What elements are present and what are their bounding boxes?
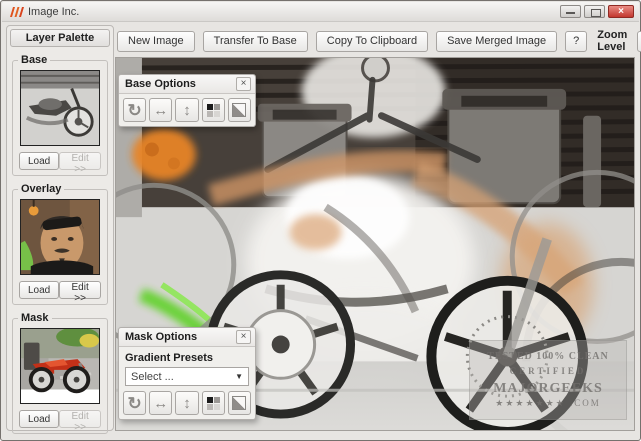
watermark-line: CERTIFIED <box>509 365 587 376</box>
rotate-icon: ↻ <box>127 393 142 413</box>
transfer-to-base-button[interactable]: Transfer To Base <box>202 30 308 52</box>
flip-vertical-icon: ↕ <box>183 394 191 412</box>
mask-options-titlebar[interactable]: Mask Options × <box>119 328 255 347</box>
base-edit-button[interactable]: Edit >> <box>59 152 101 175</box>
gradient-presets-value: Select ... <box>131 370 174 383</box>
watermark-line: ★★★★★★★ .COM <box>495 397 601 408</box>
save-merged-image-button[interactable]: Save Merged Image <box>436 30 558 52</box>
base-options-title: Base Options <box>125 78 196 90</box>
base-thumbnail[interactable] <box>20 70 100 146</box>
overlay-load-button[interactable]: Load <box>19 281 60 299</box>
diagonal-fill-icon <box>232 396 247 410</box>
mask-load-button[interactable]: Load <box>19 410 60 428</box>
mask-flip-vertical-button[interactable]: ↕ <box>175 391 199 415</box>
base-rotate-button[interactable]: ↻ <box>123 98 147 122</box>
window-controls: × <box>560 5 634 18</box>
base-flip-horizontal-button[interactable]: ↔ <box>149 98 173 122</box>
overlay-edit-button[interactable]: Edit >> <box>59 281 101 304</box>
mask-options-title: Mask Options <box>125 331 198 343</box>
copy-to-clipboard-button[interactable]: Copy To Clipboard <box>315 30 429 52</box>
mask-options-close-icon[interactable]: × <box>236 330 251 344</box>
overlay-thumbnail[interactable] <box>20 199 100 275</box>
base-options-panel: Base Options × ↻ ↔ ↕ <box>118 74 256 127</box>
base-color-grid-button[interactable] <box>201 98 225 122</box>
flip-vertical-icon: ↕ <box>183 101 191 119</box>
maximize-button[interactable] <box>584 5 605 18</box>
new-image-button[interactable]: New Image <box>117 30 195 52</box>
base-flip-vertical-button[interactable]: ↕ <box>175 98 199 122</box>
diagonal-fill-icon <box>232 103 247 117</box>
flip-horizontal-icon: ↔ <box>153 101 169 119</box>
gradient-presets-select[interactable]: Select ... ▼ <box>125 367 249 386</box>
mask-flip-horizontal-button[interactable]: ↔ <box>149 391 173 415</box>
watermark-line: TESTED 100% CLEAN <box>487 351 609 363</box>
mask-group-label: Mask <box>18 312 52 324</box>
flip-horizontal-icon: ↔ <box>153 394 169 412</box>
minimize-button[interactable] <box>560 5 581 18</box>
base-options-titlebar[interactable]: Base Options × <box>119 75 255 94</box>
base-layer-group: Base Load Edit >> <box>12 54 108 176</box>
window-title: Image Inc. <box>28 6 80 18</box>
mask-diagonal-fill-button[interactable] <box>227 391 252 415</box>
layer-palette: Layer Palette Base Load Edit >> Overlay … <box>6 25 114 434</box>
close-button[interactable]: × <box>608 5 634 18</box>
app-logo-icon <box>10 7 24 17</box>
mask-thumbnail[interactable] <box>20 328 100 404</box>
help-button[interactable]: ? <box>565 30 588 52</box>
mask-rotate-button[interactable]: ↻ <box>123 391 147 415</box>
watermark-line: MAJORGEEKS <box>493 381 603 396</box>
rotate-icon: ↻ <box>127 100 142 120</box>
color-grid-icon <box>206 396 220 410</box>
base-load-button[interactable]: Load <box>19 152 60 170</box>
mask-edit-button[interactable]: Edit >> <box>59 410 101 433</box>
mask-options-panel: Mask Options × Gradient Presets Select .… <box>118 327 256 420</box>
zoom-value-button[interactable]: 100% <box>637 30 641 52</box>
overlay-group-label: Overlay <box>18 183 65 195</box>
title-bar: Image Inc. × <box>2 2 639 22</box>
mask-layer-group: Mask Load Edit >> <box>12 312 108 434</box>
base-diagonal-fill-button[interactable] <box>227 98 252 122</box>
chevron-down-icon: ▼ <box>235 372 243 381</box>
base-group-label: Base <box>18 54 51 66</box>
app-window: Image Inc. × New Image Transfer To Base … <box>0 0 641 441</box>
overlay-buttons: Load Edit >> <box>18 281 102 304</box>
overlay-layer-group: Overlay Load Edit >> <box>12 183 108 305</box>
mask-buttons: Load Edit >> <box>18 410 102 433</box>
color-grid-icon <box>206 103 220 117</box>
base-options-close-icon[interactable]: × <box>236 77 251 91</box>
mask-color-grid-button[interactable] <box>201 391 225 415</box>
layer-palette-title: Layer Palette <box>10 29 110 47</box>
gradient-presets-label: Gradient Presets <box>125 352 214 364</box>
majorgeeks-watermark: TESTED 100% CLEAN CERTIFIED MAJORGEEKS ★… <box>469 340 627 420</box>
base-options-tools: ↻ ↔ ↕ <box>119 94 255 126</box>
base-buttons: Load Edit >> <box>18 152 102 175</box>
mask-options-tools: ↻ ↔ ↕ <box>119 387 255 419</box>
zoom-level-label: Zoom Level <box>597 29 628 53</box>
toolbar: New Image Transfer To Base Copy To Clipb… <box>117 28 641 54</box>
